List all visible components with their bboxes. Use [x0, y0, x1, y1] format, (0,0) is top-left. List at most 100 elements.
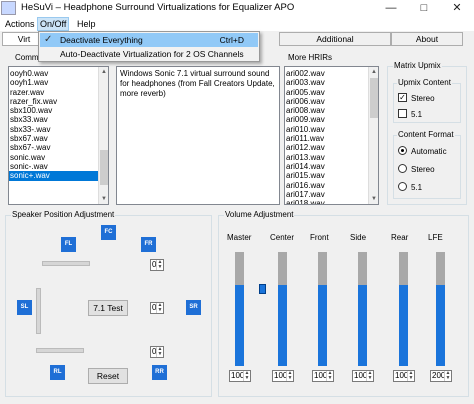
volume-label-side: Side [350, 233, 367, 242]
hrir-list-scrollbar[interactable]: ▲ ▼ [368, 67, 378, 204]
automatic-radio[interactable]: Automatic [398, 146, 447, 157]
format-51-radio[interactable]: 5.1 [398, 182, 422, 193]
reset-button[interactable]: Reset [88, 368, 128, 384]
common-item[interactable]: razer.wav [9, 88, 108, 97]
scroll-up-icon[interactable]: ▲ [369, 67, 378, 77]
speaker-sl[interactable]: SL [17, 300, 32, 315]
scroll-down-icon[interactable]: ▼ [369, 194, 378, 204]
scroll-down-icon[interactable]: ▼ [99, 194, 108, 204]
scroll-thumb[interactable] [370, 78, 378, 118]
speaker-fr[interactable]: FR [141, 237, 156, 252]
spin-arrows-icon[interactable]: ▲ ▼ [407, 371, 414, 381]
hrir-description: Windows Sonic 7.1 virtual surround sound… [116, 66, 280, 205]
test-71-button[interactable]: 7.1 Test [88, 300, 128, 316]
hrir-item[interactable]: ari011.wav [285, 134, 378, 143]
common-list-label: Comm [15, 53, 39, 62]
tab-additional[interactable]: Additional [279, 32, 391, 46]
common-item[interactable]: sbx67.wav [9, 134, 108, 143]
hrir-item[interactable]: ari015.wav [285, 171, 378, 180]
common-item[interactable]: sonic+.wav [9, 171, 108, 181]
hrir-item[interactable]: ari009.wav [285, 115, 378, 124]
volume-slider-side[interactable] [358, 252, 367, 366]
side-angle-input[interactable]: 0 ▲ ▼ [150, 302, 164, 314]
hrir-item[interactable]: ari018.wav [285, 199, 378, 204]
spin-arrows-icon[interactable]: ▲ ▼ [156, 260, 163, 270]
spin-arrows-icon[interactable]: ▲ ▼ [444, 371, 451, 381]
volume-input-rear[interactable]: 100 ▲ ▼ [393, 370, 415, 382]
format-stereo-radio[interactable]: Stereo [398, 164, 435, 175]
volume-slider-master[interactable] [235, 252, 244, 366]
common-item[interactable]: sbx33.wav [9, 115, 108, 124]
volume-input-center[interactable]: 100 ▲ ▼ [272, 370, 294, 382]
hrir-item[interactable]: ari010.wav [285, 125, 378, 134]
volume-fill [436, 285, 445, 366]
common-item[interactable]: sbx100.wav [9, 106, 108, 115]
common-list-scrollbar[interactable]: ▲ ▼ [98, 67, 108, 204]
volume-input-lfe[interactable]: 200 ▲ ▼ [430, 370, 452, 382]
common-item[interactable]: razer_fix.wav [9, 97, 108, 106]
hrir-item[interactable]: ari016.wav [285, 181, 378, 190]
volume-label-rear: Rear [391, 233, 409, 242]
volume-slider-lfe[interactable] [436, 252, 445, 366]
speaker-sr[interactable]: SR [186, 300, 201, 315]
common-hrir-list[interactable]: ooyh0.wav ooyh1.wav razer.wav razer_fix.wav… [8, 66, 109, 205]
front-angle-slider[interactable] [42, 261, 90, 266]
spin-arrows-icon[interactable]: ▲ ▼ [156, 303, 163, 313]
scroll-up-icon[interactable]: ▲ [99, 67, 108, 77]
scroll-thumb[interactable] [100, 150, 108, 185]
common-item[interactable]: sonic.wav [9, 153, 108, 162]
menu-bar: Actions On/Off Help [0, 17, 474, 31]
side-angle-slider[interactable] [36, 288, 41, 334]
title-bar: HeSuVi – Headphone Surround Virtualizati… [0, 0, 474, 17]
hrir-item[interactable]: ari017.wav [285, 190, 378, 199]
menu-actions[interactable]: Actions [3, 17, 37, 31]
rear-angle-input[interactable]: 0 ▲ ▼ [150, 346, 164, 358]
more-hrirs-list[interactable]: ari002.wav ari003.wav ari005.wav ari006.wav… [284, 66, 379, 205]
volume-slider-center[interactable] [278, 252, 287, 366]
hrir-item[interactable]: ari003.wav [285, 78, 378, 87]
hrir-item[interactable]: ari005.wav [285, 88, 378, 97]
minimize-button[interactable]: — [378, 0, 404, 17]
deactivate-everything-item[interactable]: ✓ Deactivate Everything Ctrl+D [40, 33, 258, 47]
common-item[interactable]: sbx67-.wav [9, 143, 108, 152]
volume-slider-rear[interactable] [399, 252, 408, 366]
front-angle-input[interactable]: 0 ▲ ▼ [150, 259, 164, 271]
volume-input-front[interactable]: 100 ▲ ▼ [312, 370, 334, 382]
tab-about[interactable]: About [391, 32, 463, 46]
hrir-item[interactable]: ari008.wav [285, 106, 378, 115]
volume-fill [318, 285, 327, 366]
spin-arrows-icon[interactable]: ▲ ▼ [326, 371, 333, 381]
hrir-item[interactable]: ari013.wav [285, 153, 378, 162]
common-item[interactable]: ooyh0.wav [9, 69, 108, 78]
speaker-fl[interactable]: FL [61, 237, 76, 252]
common-item[interactable]: ooyh1.wav [9, 78, 108, 87]
hrir-item[interactable]: ari014.wav [285, 162, 378, 171]
maximize-button[interactable]: □ [411, 0, 437, 17]
hrir-item[interactable]: ari012.wav [285, 143, 378, 152]
volume-slider-front[interactable] [318, 252, 327, 366]
common-item[interactable]: sbx33-.wav [9, 125, 108, 134]
rear-angle-slider[interactable] [36, 348, 84, 353]
common-item[interactable]: sonic-.wav [9, 162, 108, 171]
hrir-item[interactable]: ari002.wav [285, 69, 378, 78]
menu-help[interactable]: Help [75, 17, 98, 31]
spin-arrows-icon[interactable]: ▲ ▼ [156, 347, 163, 357]
speaker-rl[interactable]: RL [50, 365, 65, 380]
auto-deactivate-item[interactable]: Auto-Deactivate Virtualization for 2 OS … [40, 47, 258, 61]
five-one-checkbox[interactable]: 5.1 [398, 109, 422, 120]
app-icon [1, 1, 16, 15]
menu-onoff[interactable]: On/Off [37, 17, 70, 31]
spin-arrows-icon[interactable]: ▲ ▼ [286, 371, 293, 381]
stereo-checkbox[interactable]: ✓ Stereo [398, 93, 435, 104]
link-sliders-icon[interactable] [259, 284, 266, 294]
volume-input-master[interactable]: 100 ▲ ▼ [229, 370, 251, 382]
volume-label-center: Center [270, 233, 295, 242]
spin-arrows-icon[interactable]: ▲ ▼ [243, 371, 250, 381]
speaker-rr[interactable]: RR [152, 365, 167, 380]
speaker-fc[interactable]: FC [101, 225, 116, 240]
hrir-item[interactable]: ari006.wav [285, 97, 378, 106]
spin-arrows-icon[interactable]: ▲ ▼ [366, 371, 373, 381]
volume-input-side[interactable]: 100 ▲ ▼ [352, 370, 374, 382]
close-button[interactable]: ✕ [444, 0, 470, 17]
onoff-dropdown-menu: ✓ Deactivate Everything Ctrl+D Auto-Deac… [38, 31, 260, 62]
